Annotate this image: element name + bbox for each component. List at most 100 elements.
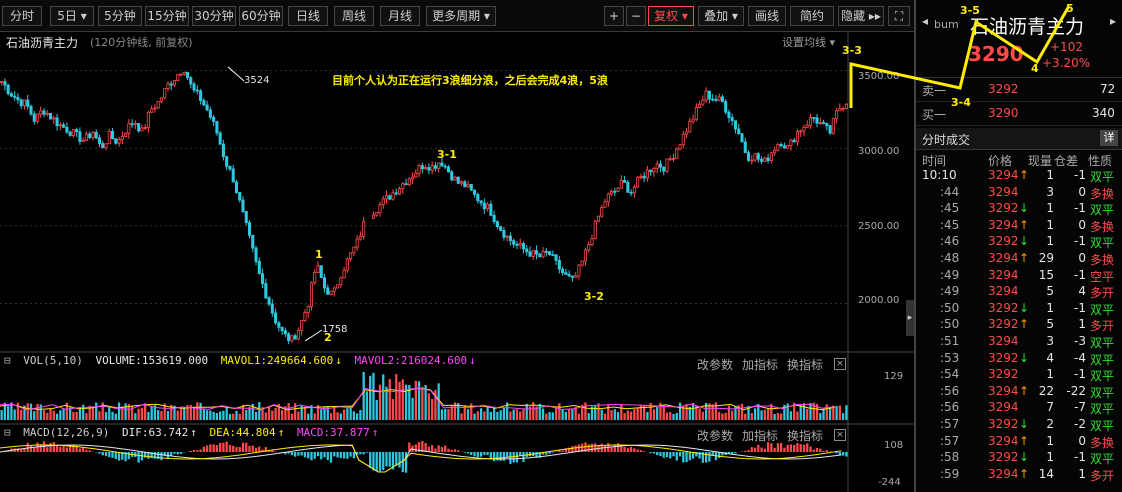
volume-bar bbox=[359, 410, 362, 420]
candle-body bbox=[397, 188, 402, 195]
candle-body bbox=[717, 96, 721, 101]
trade-price: 3292 bbox=[988, 201, 1019, 216]
wave-label-3-3: 3-3 bbox=[842, 44, 862, 57]
volume-bar bbox=[727, 405, 731, 420]
candle-body bbox=[225, 156, 229, 167]
volume-bar bbox=[287, 403, 290, 420]
volume-bar bbox=[629, 411, 633, 420]
volume-bar bbox=[753, 408, 757, 420]
volume-bar bbox=[577, 413, 581, 420]
volume-bar bbox=[254, 411, 258, 420]
trade-price: 3292 bbox=[988, 450, 1019, 465]
collapse-icon[interactable]: ⊟ bbox=[4, 354, 11, 367]
candle-body bbox=[763, 157, 767, 162]
volume-bar bbox=[786, 403, 789, 420]
trade-oi-diff: -7 bbox=[1074, 400, 1086, 415]
candle-body bbox=[724, 101, 728, 113]
volume-bar bbox=[802, 403, 806, 420]
add-indicator-button[interactable]: 加指标 bbox=[742, 356, 778, 373]
trade-qty: 2 bbox=[1046, 417, 1054, 431]
swap-indicator-button[interactable]: 换指标 bbox=[787, 427, 823, 444]
low-marker-line bbox=[304, 329, 323, 342]
change-params-button[interactable]: 改参数 bbox=[697, 427, 733, 444]
volume-bar bbox=[33, 411, 36, 420]
trade-row: :51 3294 3 -3 双平 bbox=[916, 334, 1122, 351]
volume-bar bbox=[672, 413, 675, 420]
trade-oi-diff: -22 bbox=[1066, 383, 1086, 398]
volume-bar bbox=[157, 410, 160, 420]
volume-bar bbox=[414, 380, 417, 420]
trade-row: :45 3294 ↑ 1 0 多换 bbox=[916, 218, 1122, 235]
col-nature: 性质 bbox=[1088, 154, 1113, 168]
trade-qty: 1 bbox=[1046, 433, 1054, 448]
quote-sidebar: ◂ bum 3290 +102 +3.20% ▸ 卖一 3292 72 买一 3… bbox=[914, 0, 1122, 492]
trade-arrow: ↑ bbox=[1019, 466, 1030, 481]
candle-body bbox=[603, 201, 607, 208]
candle-body bbox=[756, 153, 760, 160]
high-price-label: 3524 bbox=[244, 75, 270, 86]
trade-time: :49 bbox=[940, 284, 960, 299]
volume-bar bbox=[421, 386, 424, 420]
volume-bar bbox=[98, 411, 101, 420]
candle-body bbox=[782, 145, 786, 149]
collapse-icon[interactable]: ⊟ bbox=[4, 426, 11, 439]
candle-body bbox=[257, 260, 261, 275]
volume-bar bbox=[271, 410, 274, 420]
panel-toggle-icon[interactable]: ▸ bbox=[906, 300, 914, 336]
candle-body bbox=[296, 329, 300, 340]
candle-body bbox=[300, 320, 304, 331]
candle-body bbox=[548, 251, 552, 256]
volume-bar bbox=[20, 409, 23, 420]
candle-body bbox=[825, 122, 829, 127]
candle-body bbox=[596, 215, 601, 222]
volume-bar bbox=[365, 391, 369, 420]
candle-body bbox=[342, 269, 346, 279]
candle-body bbox=[495, 221, 499, 227]
candle-body bbox=[32, 113, 36, 122]
trades-detail-button[interactable]: 详 bbox=[1100, 130, 1118, 146]
trade-qty: 15 bbox=[1038, 267, 1054, 282]
candle-body bbox=[52, 117, 56, 120]
volume-bar bbox=[143, 403, 147, 420]
candle-body bbox=[238, 192, 242, 201]
volume-bar bbox=[744, 413, 747, 420]
trade-row: :49 3294 5 4 多开 bbox=[916, 284, 1122, 301]
trade-price: 3292 bbox=[988, 367, 1019, 382]
candle-body bbox=[208, 109, 212, 118]
volume-bar bbox=[232, 413, 235, 420]
volume-bar bbox=[623, 413, 626, 420]
candle-body bbox=[616, 187, 620, 192]
trade-oi-diff: -1 bbox=[1074, 300, 1086, 315]
close-icon[interactable]: × bbox=[834, 429, 846, 441]
trade-qty: 4 bbox=[1046, 350, 1054, 365]
price-change: +102 bbox=[1050, 40, 1083, 54]
candle-body bbox=[29, 105, 33, 115]
change-params-button[interactable]: 改参数 bbox=[697, 356, 733, 373]
candle-body bbox=[499, 226, 503, 231]
prev-contract-icon[interactable]: ◂ bbox=[922, 14, 928, 28]
volume-bar bbox=[49, 407, 52, 420]
trade-nature: 空平 bbox=[1090, 269, 1115, 284]
candle-body bbox=[371, 214, 375, 219]
candle-body bbox=[815, 117, 819, 124]
candle-body bbox=[185, 71, 190, 79]
bid-row: 买一 3290 340 bbox=[916, 102, 1122, 126]
swap-indicator-button[interactable]: 换指标 bbox=[787, 356, 823, 373]
trade-time: :59 bbox=[940, 466, 960, 481]
candle-body bbox=[707, 90, 711, 100]
trade-oi-diff: 0 bbox=[1078, 433, 1086, 448]
next-contract-icon[interactable]: ▸ bbox=[1110, 14, 1116, 28]
candle-body bbox=[384, 195, 389, 200]
ask-price: 3292 bbox=[988, 82, 1019, 96]
close-icon[interactable]: × bbox=[834, 358, 846, 370]
volume-bar bbox=[258, 402, 261, 420]
volume-bar bbox=[16, 402, 20, 420]
add-indicator-button[interactable]: 加指标 bbox=[742, 427, 778, 444]
candle-body bbox=[437, 162, 441, 169]
trade-oi-diff: -1 bbox=[1074, 367, 1086, 382]
candle-body bbox=[691, 118, 695, 122]
trade-time: :57 bbox=[940, 417, 960, 431]
volume-bar bbox=[219, 411, 222, 420]
candle-body bbox=[401, 183, 405, 190]
candle-body bbox=[195, 89, 199, 92]
